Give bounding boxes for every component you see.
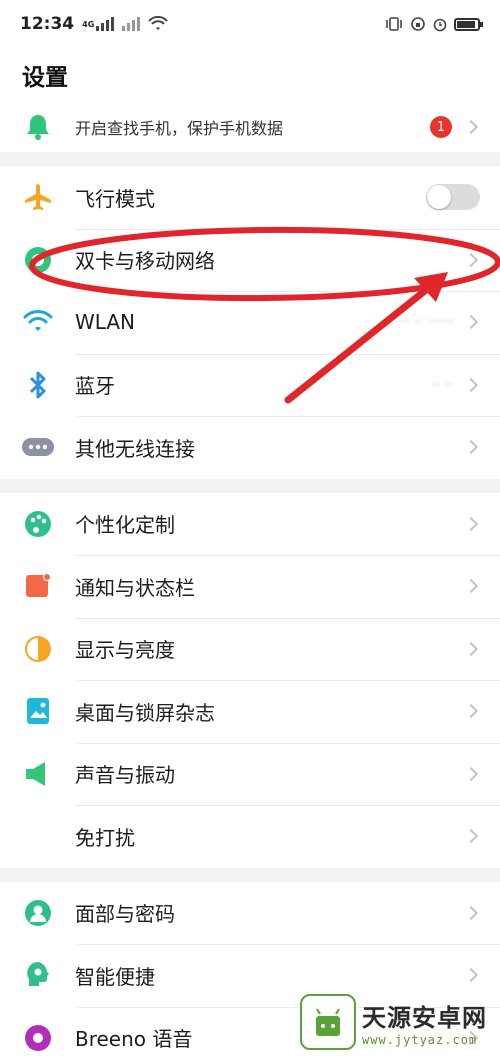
chevron-right-icon [463, 516, 479, 531]
sim-network-icon [22, 244, 54, 276]
signal-icon [96, 17, 115, 31]
brightness-icon [22, 633, 54, 665]
settings-row-other[interactable]: 其他无线连接 [0, 416, 500, 479]
chevron-right-icon [463, 315, 479, 330]
rotation-lock-icon [411, 17, 425, 31]
settings-row-label: 声音与振动 [75, 763, 175, 788]
page-header: 设置 [0, 48, 500, 102]
wallpaper-icon [22, 695, 54, 727]
status-right [384, 16, 483, 32]
settings-row-label: 显示与亮度 [75, 638, 175, 663]
settings-row-sound[interactable]: 声音与振动 [0, 742, 500, 806]
settings-row-label: 个性化定制 [75, 513, 175, 538]
page-title: 设置 [22, 65, 68, 91]
settings-row-personal[interactable]: 个性化定制 [0, 493, 500, 556]
settings-row-label: WLAN [75, 310, 136, 335]
watermark-text: 天源安卓网 www.jytyaz.com [362, 998, 487, 1047]
chevron-right-icon [463, 252, 479, 267]
chevron-right-icon [463, 440, 479, 455]
breeno-icon [22, 1022, 54, 1054]
chevron-right-icon [463, 968, 479, 983]
settings-row-label: 免打扰 [75, 825, 135, 850]
wifi-icon [22, 306, 54, 338]
chevron-right-icon [463, 829, 479, 844]
settings-row-sim[interactable]: 双卡与移动网络 [0, 228, 500, 292]
find-phone-label: 开启查找手机，保护手机数据 [75, 119, 284, 138]
chevron-right-icon [463, 377, 479, 392]
notification-badge: 1 [430, 116, 452, 138]
settings-row-label: 面部与密码 [75, 902, 175, 927]
face-lock-icon [22, 897, 54, 929]
settings-row-display[interactable]: 显示与亮度 [0, 617, 500, 681]
notification-icon [22, 570, 54, 602]
signal-2-icon [122, 17, 141, 31]
airplane-toggle[interactable] [426, 184, 480, 211]
settings-row-label: 蓝牙 [75, 374, 115, 399]
battery-icon [454, 17, 483, 31]
find-phone-group: 开启查找手机，保护手机数据 1 [0, 102, 500, 152]
settings-row-label: 通知与状态栏 [75, 575, 195, 600]
settings-row-wlan[interactable]: WLAN ··· ·· ······ [0, 291, 500, 354]
chevron-right-icon [463, 905, 479, 920]
chevron-right-icon [463, 766, 479, 781]
airplane-icon [22, 181, 54, 213]
palette-icon [22, 508, 54, 540]
settings-row-airplane[interactable]: 飞行模式 [0, 166, 500, 229]
chevron-right-icon [463, 579, 479, 594]
moon-icon [22, 820, 54, 852]
bell-icon [22, 111, 54, 143]
settings-row-dnd[interactable]: 免打扰 [0, 805, 500, 868]
chevron-right-icon [463, 119, 479, 135]
chevron-right-icon [463, 704, 479, 719]
find-phone-row[interactable]: 开启查找手机，保护手机数据 1 [0, 102, 500, 152]
watermark-url: www.jytyaz.com [362, 1032, 478, 1047]
settings-row-value: ··· ·· ······ [396, 314, 454, 331]
settings-row-label: 双卡与移动网络 [75, 249, 215, 274]
watermark-name: 天源安卓网 [362, 1003, 487, 1032]
status-bar: 12:34 4G [0, 0, 500, 48]
settings-row-value: ·· ·· [431, 376, 454, 393]
sound-icon [22, 758, 54, 790]
settings-row-label: 其他无线连接 [75, 436, 195, 461]
bluetooth-icon [22, 369, 54, 401]
settings-row-label: 飞行模式 [75, 186, 155, 211]
settings-row-notify[interactable]: 通知与状态栏 [0, 555, 500, 618]
settings-row-label: 智能便捷 [75, 964, 155, 989]
network-type-label: 4G [82, 19, 95, 29]
vibrate-icon [386, 17, 402, 31]
chevron-right-icon [463, 641, 479, 656]
status-time: 12:34 [20, 14, 75, 34]
settings-row-desktop[interactable]: 桌面与锁屏杂志 [0, 680, 500, 743]
network-group: 飞行模式双卡与移动网络 WLAN ··· ·· ······ 蓝牙 ·· ·· 其他无线连… [0, 166, 500, 479]
status-left: 12:34 4G [20, 14, 169, 34]
wireless-more-icon [22, 431, 54, 463]
wifi-status-icon [148, 16, 169, 30]
watermark: 天源安卓网 www.jytyaz.com [300, 990, 496, 1054]
watermark-logo-icon [300, 994, 356, 1050]
display-group: 个性化定制通知与状态栏 显示与亮度桌面与锁屏杂志 声音与振动免打扰 [0, 492, 500, 868]
settings-row-face[interactable]: 面部与密码 [0, 882, 500, 945]
settings-row-label: 桌面与锁屏杂志 [75, 700, 215, 725]
alarm-icon [433, 18, 447, 32]
settings-row-bt[interactable]: 蓝牙 ·· ·· [0, 353, 500, 417]
smart-assist-icon [22, 959, 54, 991]
